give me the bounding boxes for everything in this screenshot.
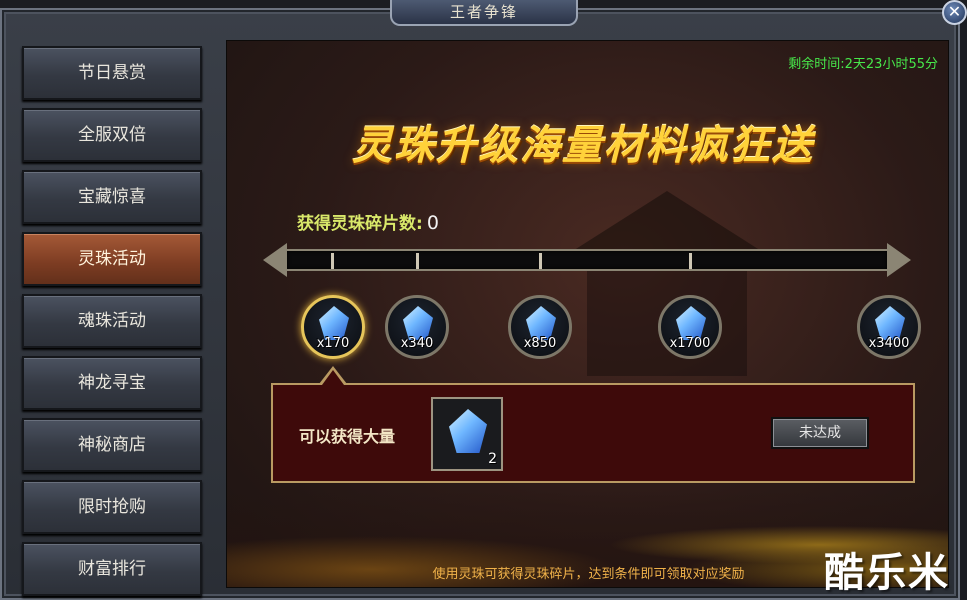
sidebar-item-spirit-orb[interactable]: 灵珠活动 (22, 232, 202, 286)
crystal-icon (449, 409, 487, 453)
crystal-icon (526, 306, 556, 340)
countdown-timer: 剩余时间:2天23小时55分 (788, 57, 938, 72)
reward-item-qty: 2 (488, 451, 497, 467)
milestone-340[interactable]: x340 (385, 295, 449, 359)
milestone-tick (416, 253, 419, 269)
track-left-cap (263, 243, 287, 277)
reward-label: 可以获得大量 (299, 427, 396, 446)
sidebar-item-wealth-ranking[interactable]: 财富排行 (22, 542, 202, 596)
milestone-850[interactable]: x850 (508, 295, 572, 359)
progress-track (263, 243, 911, 279)
milestone-170[interactable]: x170 (301, 295, 365, 359)
sidebar-item-festival-bounty[interactable]: 节日悬赏 (22, 46, 202, 100)
sidebar-item-flash-sale[interactable]: 限时抢购 (22, 480, 202, 534)
milestone-1700[interactable]: x1700 (658, 295, 722, 359)
milestone-qty: x850 (523, 336, 557, 351)
reward-box: 可以获得大量 2 未达成 (271, 383, 915, 483)
milestone-qty: x3400 (868, 336, 910, 351)
crystal-icon (319, 306, 349, 340)
watermark-logo: 酷乐米 (824, 550, 950, 596)
milestone-qty: x170 (316, 336, 350, 351)
sidebar-item-dragon-hunt[interactable]: 神龙寻宝 (22, 356, 202, 410)
fragment-count-value: 0 (426, 212, 439, 234)
window-title-plate: 王者争锋 (390, 0, 578, 26)
fragment-count-label: 获得灵珠碎片数: (297, 214, 423, 234)
milestone-3400[interactable]: x3400 (857, 295, 921, 359)
progress-bar (285, 249, 889, 271)
track-right-cap (887, 243, 911, 277)
milestone-tick (539, 253, 542, 269)
reward-pointer (322, 370, 344, 385)
milestone-tick (689, 253, 692, 269)
sidebar-item-soul-orb[interactable]: 魂珠活动 (22, 294, 202, 348)
close-button[interactable]: ✕ (942, 0, 967, 25)
milestone-tick (331, 253, 334, 269)
crystal-icon (875, 306, 905, 340)
close-icon: ✕ (947, 2, 962, 21)
claim-status-button[interactable]: 未达成 (771, 417, 869, 449)
activity-panel: 剩余时间:2天23小时55分 灵珠升级海量材料疯狂送 获得灵珠碎片数: 0 x17… (226, 40, 949, 588)
reward-item-slot[interactable]: 2 (431, 397, 503, 471)
fragment-count-row: 获得灵珠碎片数: 0 (297, 209, 439, 234)
window-title: 王者争锋 (449, 3, 518, 21)
milestone-qty: x1700 (669, 336, 711, 351)
milestone-qty: x340 (400, 336, 434, 351)
crystal-icon (403, 306, 433, 340)
sidebar: 节日悬赏 全服双倍 宝藏惊喜 灵珠活动 魂珠活动 神龙寻宝 神秘商店 限时抢购 … (14, 40, 214, 596)
sidebar-item-server-double[interactable]: 全服双倍 (22, 108, 202, 162)
sidebar-item-mystery-shop[interactable]: 神秘商店 (22, 418, 202, 472)
sidebar-item-treasure-surprise[interactable]: 宝藏惊喜 (22, 170, 202, 224)
event-banner: 灵珠升级海量材料疯狂送 (352, 123, 814, 169)
crystal-icon (676, 306, 706, 340)
